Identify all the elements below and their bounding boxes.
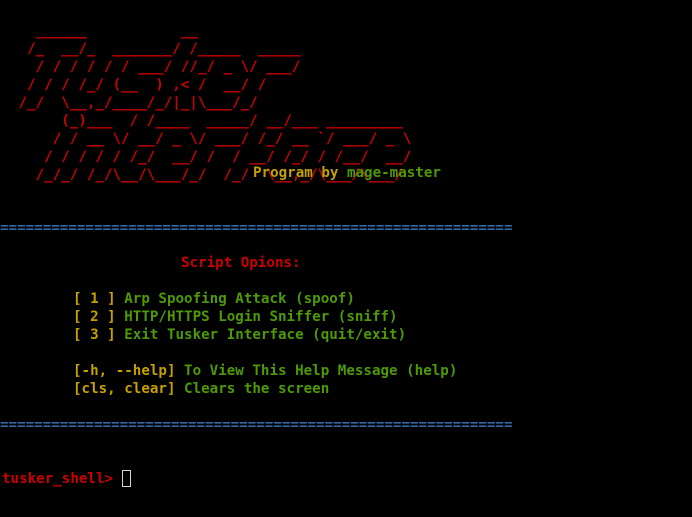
option-label: Exit Tusker Interface (quit/exit) — [124, 327, 407, 343]
separator-bottom: ========================================… — [0, 417, 513, 433]
help-key: [-h, --help] — [73, 363, 176, 379]
shell-prompt: tusker_shell> — [2, 471, 114, 487]
menu-option-spoof: [ 1 ] Arp Spoofing Attack (spoof) — [73, 290, 355, 308]
option-key: [ 1 ] — [73, 291, 116, 307]
menu-option-sniff: [ 2 ] HTTP/HTTPS Login Sniffer (sniff) — [73, 308, 398, 326]
credits-author: mage-master — [346, 165, 441, 181]
text-cursor — [122, 470, 132, 487]
help-label: Clears the screen — [184, 381, 330, 397]
help-option-clear: [cls, clear] Clears the screen — [73, 380, 329, 398]
menu-option-exit: [ 3 ] Exit Tusker Interface (quit/exit) — [73, 326, 406, 344]
help-option-help: [-h, --help] To View This Help Message (… — [73, 362, 457, 380]
shell-prompt-line[interactable]: tusker_shell> — [2, 470, 132, 488]
ascii-banner: ______ __ /_ __/_ _______/ /_____ _____ … — [18, 23, 412, 183]
credits-prefix: Program by — [253, 165, 339, 181]
credits-line: Program by mage-master — [253, 164, 441, 182]
option-key: [ 2 ] — [73, 309, 116, 325]
option-label: Arp Spoofing Attack (spoof) — [124, 291, 355, 307]
help-key: [cls, clear] — [73, 381, 176, 397]
option-key: [ 3 ] — [73, 327, 116, 343]
menu-title: Script Opions: — [181, 255, 301, 271]
terminal-window[interactable]: ______ __ /_ __/_ _______/ /_____ _____ … — [0, 0, 692, 517]
help-label: To View This Help Message (help) — [184, 363, 458, 379]
option-label: HTTP/HTTPS Login Sniffer (sniff) — [124, 309, 398, 325]
separator-top: ========================================… — [0, 220, 513, 236]
